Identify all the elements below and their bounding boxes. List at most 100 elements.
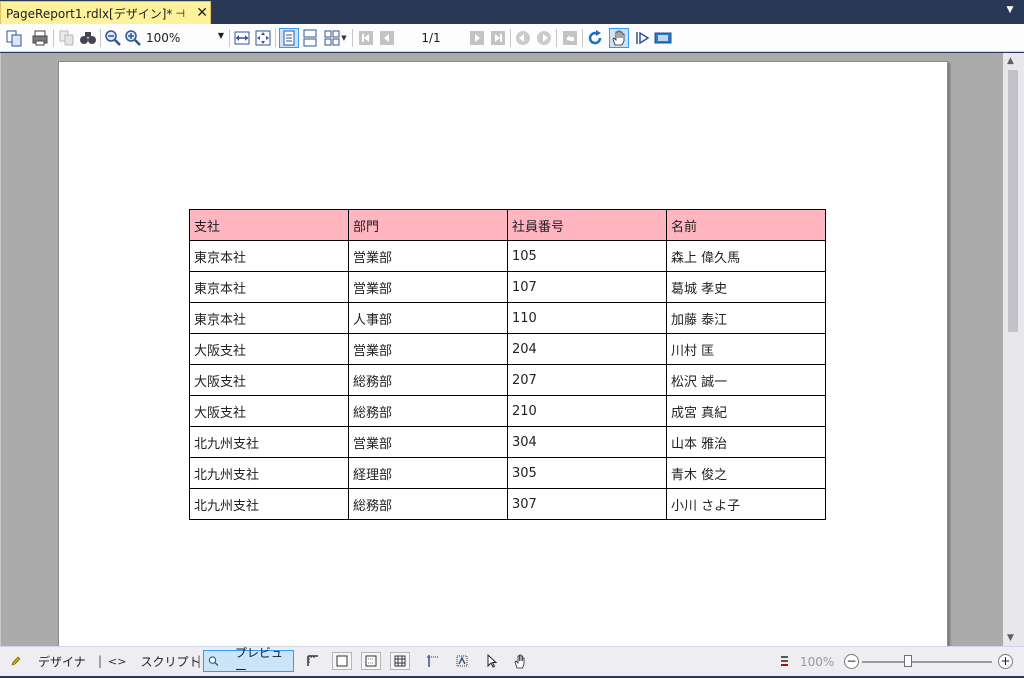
table-cell: 営業部 (348, 240, 508, 272)
table-header-row: 支社 部門 社員番号 名前 (189, 209, 826, 241)
single-page-icon[interactable] (279, 28, 299, 48)
document-tab-strip: PageReport1.rdlx[デザイン]* ⊣ ✕ ▼ (0, 0, 1024, 24)
table-header-cell: 名前 (666, 209, 826, 241)
table-cell: 東京本社 (189, 271, 349, 303)
dotted-grid-icon[interactable] (361, 652, 381, 670)
table-cell: 成宮 真紀 (666, 395, 826, 427)
vertical-scrollbar[interactable]: ▲ ▼ (1003, 53, 1024, 646)
table-cell: 山本 雅治 (666, 426, 826, 458)
first-page-icon[interactable] (356, 28, 376, 48)
scroll-down-icon[interactable]: ▼ (1007, 633, 1014, 643)
close-icon[interactable]: ✕ (194, 5, 210, 21)
tab-list-dropdown-icon[interactable]: ▼ (1004, 5, 1016, 17)
code-icon: <> (108, 654, 127, 668)
report-designer-window: PageReport1.rdlx[デザイン]* ⊣ ✕ ▼ 100% ▼ ▼ 1… (0, 0, 1024, 677)
table-cell: 107 (507, 271, 667, 303)
continuous-page-icon[interactable] (300, 28, 320, 48)
last-page-icon[interactable] (488, 28, 508, 48)
fit-page-icon[interactable] (253, 28, 273, 48)
zoom-slider-track[interactable] (862, 661, 992, 663)
scrollbar-thumb[interactable] (1008, 70, 1018, 332)
report-page: 支社 部門 社員番号 名前 東京本社 営業部 105 森上 偉久馬 東京本社 営業部 107 葛城 孝… (58, 61, 948, 646)
preview-toolbar: 100% ▼ ▼ 1/1 (0, 24, 1024, 52)
tab-designer[interactable]: デザイナ (6, 650, 90, 672)
cancel-icon[interactable] (560, 28, 580, 48)
chevron-down-icon[interactable]: ▼ (218, 31, 224, 40)
galley-icon[interactable] (653, 28, 673, 48)
zoom-in-button[interactable]: + (998, 654, 1013, 669)
back-icon[interactable] (513, 28, 533, 48)
annotation-icon[interactable] (632, 28, 652, 48)
copy-icon[interactable] (4, 28, 24, 48)
ruler-icon[interactable] (303, 652, 323, 670)
fit-width-icon[interactable] (232, 28, 252, 48)
table-cell: 川村 匡 (666, 333, 826, 365)
pointer-icon[interactable] (481, 652, 501, 670)
zoom-in-icon[interactable] (123, 28, 143, 48)
table-cell: 小川 さよ子 (666, 488, 826, 520)
snap-grid-icon[interactable] (452, 652, 472, 670)
forward-icon[interactable] (534, 28, 554, 48)
table-cell: 営業部 (348, 271, 508, 303)
snap-lines-icon[interactable] (423, 652, 443, 670)
zoom-value: 100% (146, 31, 181, 45)
print-preview-icon[interactable] (57, 28, 77, 48)
previous-page-icon[interactable] (377, 28, 397, 48)
tab-script[interactable]: <> スクリプト (104, 650, 204, 672)
table-cell: 207 (507, 364, 667, 396)
next-page-icon[interactable] (467, 28, 487, 48)
table-cell: 青木 俊之 (666, 457, 826, 489)
page-indicator[interactable]: 1/1 (402, 28, 460, 48)
hand-icon[interactable] (510, 652, 530, 670)
multipage-icon[interactable]: ▼ (321, 28, 349, 48)
zoom-combobox[interactable]: 100% ▼ (143, 28, 227, 48)
table-row: 大阪支社 総務部 210 成宮 真紀 (189, 395, 826, 427)
table-cell: 総務部 (348, 364, 508, 396)
table-cell: 204 (507, 333, 667, 365)
magnifier-icon (208, 656, 219, 666)
table-row: 北九州支社 総務部 307 小川 さよ子 (189, 488, 826, 520)
table-header-cell: 支社 (189, 209, 349, 241)
table-cell: 加藤 泰江 (666, 302, 826, 334)
table-row: 北九州支社 経理部 305 青木 俊之 (189, 457, 826, 489)
table-cell: 大阪支社 (189, 333, 349, 365)
refresh-icon[interactable] (585, 28, 605, 48)
table-cell: 森上 偉久馬 (666, 240, 826, 272)
table-cell: 110 (507, 302, 667, 334)
table-header-cell: 社員番号 (507, 209, 667, 241)
designer-mode-bar: デザイナ | <> スクリプト | プレビュー 100% − + (0, 646, 1024, 677)
grid-icon[interactable] (390, 652, 410, 670)
table-cell: 大阪支社 (189, 395, 349, 427)
table-cell: 304 (507, 426, 667, 458)
zoom-scale-icon (774, 652, 794, 670)
table-cell: 307 (507, 488, 667, 520)
table-cell: 松沢 誠一 (666, 364, 826, 396)
scroll-up-icon[interactable]: ▲ (1007, 56, 1014, 66)
pan-icon[interactable] (609, 28, 629, 48)
tab-preview-label: プレビュー (234, 646, 283, 677)
border-icon[interactable] (332, 652, 352, 670)
table-cell: 総務部 (348, 488, 508, 520)
tab-preview[interactable]: プレビュー (203, 646, 294, 677)
table-row: 東京本社 営業部 107 葛城 孝史 (189, 271, 826, 303)
preview-canvas: 支社 部門 社員番号 名前 東京本社 営業部 105 森上 偉久馬 東京本社 営業部 107 葛城 孝… (0, 53, 1003, 646)
table-cell: 大阪支社 (189, 364, 349, 396)
find-icon[interactable] (78, 28, 98, 48)
pencil-icon (11, 656, 21, 666)
print-icon[interactable] (30, 28, 50, 48)
table-cell: 営業部 (348, 333, 508, 365)
pin-icon[interactable]: ⊣ (172, 7, 188, 20)
document-tab[interactable]: PageReport1.rdlx[デザイン]* ⊣ ✕ (0, 1, 211, 24)
zoom-out-button[interactable]: − (844, 654, 859, 669)
table-row: 北九州支社 営業部 304 山本 雅治 (189, 426, 826, 458)
table-cell: 人事部 (348, 302, 508, 334)
table-row: 大阪支社 営業部 204 川村 匡 (189, 333, 826, 365)
document-tab-title: PageReport1.rdlx[デザイン]* (6, 6, 173, 21)
tab-designer-label: デザイナ (38, 654, 86, 669)
table-row: 東京本社 営業部 105 森上 偉久馬 (189, 240, 826, 272)
zoom-out-icon[interactable] (103, 28, 123, 48)
zoom-slider-thumb[interactable] (903, 655, 912, 667)
table-header-cell: 部門 (348, 209, 508, 241)
report-table: 支社 部門 社員番号 名前 東京本社 営業部 105 森上 偉久馬 東京本社 営業部 107 葛城 孝… (189, 209, 826, 520)
table-cell: 総務部 (348, 395, 508, 427)
